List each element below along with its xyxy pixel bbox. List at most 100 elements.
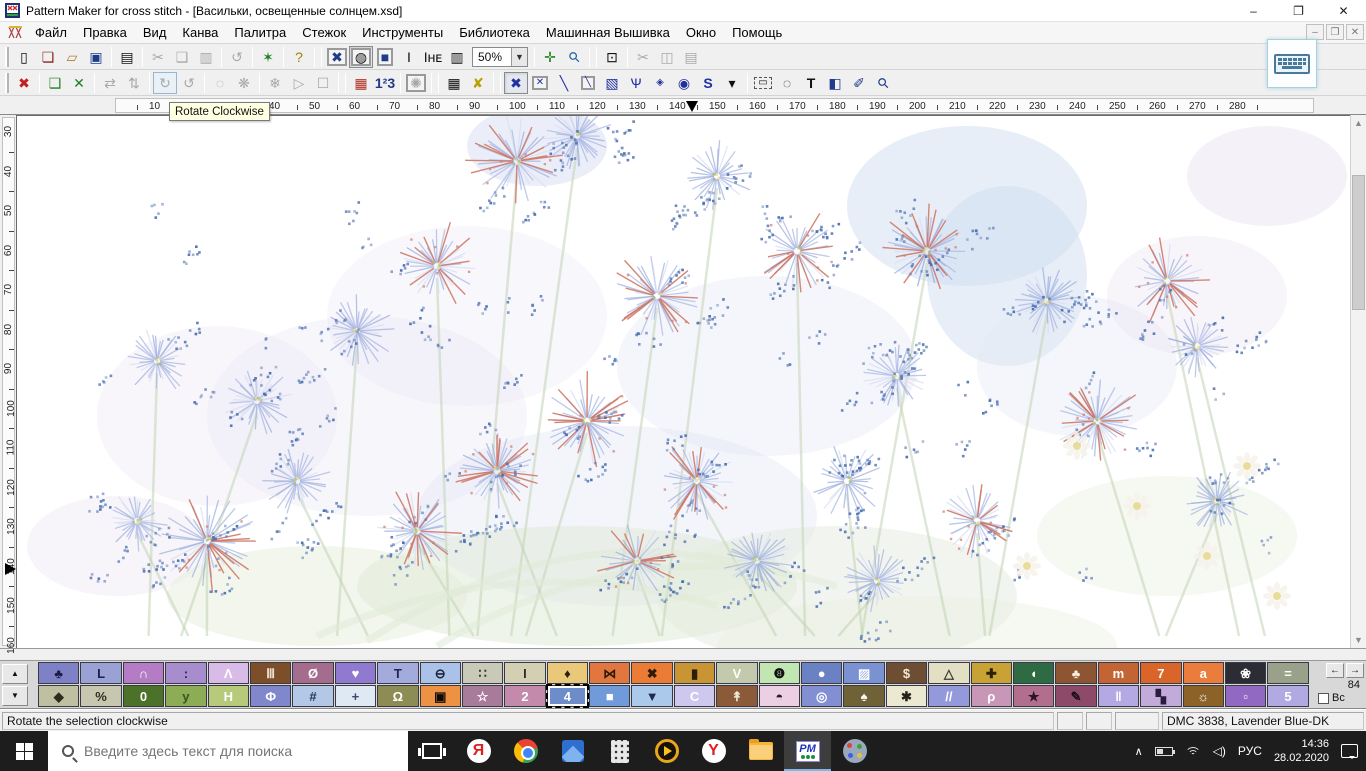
- palette-swatch-r1-26[interactable]: m: [1097, 662, 1140, 684]
- palette-swatch-r1-17[interactable]: V: [716, 662, 758, 684]
- print-button[interactable]: ▤: [115, 46, 139, 68]
- palette-swatch-r1-6[interactable]: Ⅲ: [249, 662, 292, 684]
- palette-swatch-r2-21[interactable]: ✱: [885, 685, 928, 707]
- undo-button[interactable]: ↺: [225, 46, 249, 68]
- menu-item-2[interactable]: Правка: [75, 23, 135, 42]
- wifi-icon[interactable]: [1184, 745, 1201, 757]
- full-stitch-tool[interactable]: ✖: [504, 71, 528, 94]
- palette-swatch-r2-17[interactable]: ↟: [716, 685, 758, 707]
- taskbar-search[interactable]: [48, 731, 408, 771]
- vertical-scrollbar[interactable]: ▲ ▼: [1350, 115, 1366, 648]
- pattern-information-button[interactable]: ▥: [445, 46, 469, 68]
- import-image-button[interactable]: ❏: [36, 46, 60, 68]
- taskbar-app-file-explorer[interactable]: [737, 731, 784, 771]
- rotate-counterclockwise-button[interactable]: ↺: [177, 72, 201, 94]
- menu-item-10[interactable]: Окно: [678, 23, 724, 42]
- special-stitch-tool[interactable]: Ѱ: [624, 72, 648, 94]
- language-indicator[interactable]: РУС: [1238, 744, 1262, 758]
- grid-toggle-button[interactable]: ▦: [442, 72, 466, 94]
- palette-swatch-r2-25[interactable]: ✎: [1055, 685, 1097, 707]
- special-s-dropdown[interactable]: ▾: [720, 72, 744, 94]
- palette-page-left-button[interactable]: ←: [1326, 663, 1344, 678]
- taskbar-app-pattern-maker[interactable]: PM: [784, 731, 831, 771]
- palette-swatch-r1-7[interactable]: Ø: [292, 662, 334, 684]
- palette-swatch-r2-15[interactable]: ▼: [631, 685, 673, 707]
- petite-stitch-tool[interactable]: ✕: [528, 72, 552, 94]
- palette-swatch-r1-20[interactable]: ▨: [843, 662, 885, 684]
- palette-swatch-r1-2[interactable]: L: [80, 662, 122, 684]
- palette-swatch-r2-24[interactable]: ★: [1012, 685, 1055, 707]
- palette-all-checkbox[interactable]: Вс: [1318, 692, 1364, 704]
- bead-tool[interactable]: ◉: [672, 72, 696, 94]
- select-area-button[interactable]: ☐: [311, 72, 335, 94]
- symbol-numbers-button[interactable]: 1²3: [373, 72, 397, 94]
- palette-swatch-r1-15[interactable]: ✖: [631, 662, 673, 684]
- flip-horizontal-button[interactable]: ⇄: [98, 72, 122, 94]
- stamp-selection-button[interactable]: ◌: [208, 72, 232, 94]
- palette-page-right-button[interactable]: →: [1346, 663, 1364, 678]
- palette-swatch-r2-28[interactable]: ☼: [1182, 685, 1224, 707]
- palette-swatch-r2-2[interactable]: %: [80, 685, 122, 707]
- palette-swatch-r2-22[interactable]: //: [928, 685, 970, 707]
- palette-swatch-r1-11[interactable]: ∷: [461, 662, 504, 684]
- menu-item-8[interactable]: Библиотека: [451, 23, 538, 42]
- taskbar-app-yandex-browser[interactable]: Я: [455, 731, 502, 771]
- save-file-button[interactable]: ▣: [84, 46, 108, 68]
- refresh-window-button[interactable]: ⊡: [600, 46, 624, 68]
- palette-swatch-r2-1[interactable]: ◆: [38, 685, 80, 707]
- text-tool[interactable]: T: [799, 72, 823, 94]
- start-button[interactable]: [0, 731, 48, 771]
- menu-item-3[interactable]: Вид: [135, 23, 175, 42]
- palette-swatch-r2-30[interactable]: 5: [1267, 685, 1309, 707]
- palette-swatch-r2-18[interactable]: ◓: [758, 685, 801, 707]
- palette-swatch-r2-4[interactable]: у: [165, 685, 207, 707]
- on-screen-keyboard-button[interactable]: [1267, 39, 1317, 88]
- battery-icon[interactable]: [1154, 746, 1175, 756]
- french-knot-tool[interactable]: ◈: [648, 72, 672, 94]
- mdi-minimize-button[interactable]: –: [1306, 24, 1324, 40]
- palette-swatch-r1-27[interactable]: 7: [1140, 662, 1182, 684]
- palette-swatch-r2-5[interactable]: H: [207, 685, 249, 707]
- palette-swatch-r2-23[interactable]: ρ: [970, 685, 1012, 707]
- palette-swatch-r2-26[interactable]: ‖: [1097, 685, 1140, 707]
- fit-to-window-button[interactable]: ✛: [538, 46, 562, 68]
- clock[interactable]: 14:36 28.02.2020: [1274, 737, 1329, 766]
- half-stitch-tool[interactable]: ╲: [552, 72, 576, 94]
- palette-swatch-selected-r2-13[interactable]: 4: [545, 684, 590, 708]
- palette-swatch-r1-12[interactable]: I: [504, 662, 546, 684]
- notification-center-icon[interactable]: [1341, 744, 1358, 759]
- fill-selection-button[interactable]: ❋: [232, 72, 256, 94]
- tray-chevron-icon[interactable]: ∧: [1135, 745, 1143, 758]
- palette-swatch-r2-8[interactable]: +: [334, 685, 377, 707]
- taskbar-app-aimp[interactable]: [643, 731, 690, 771]
- palette-swatch-r1-5[interactable]: Λ: [207, 662, 249, 684]
- palette-swatch-r2-11[interactable]: ☆: [461, 685, 504, 707]
- new-document-button[interactable]: ▯: [12, 46, 36, 68]
- split-view-button[interactable]: ◫: [655, 46, 679, 68]
- palette-swatch-r1-22[interactable]: △: [928, 662, 970, 684]
- view-stitches-button[interactable]: ✖: [325, 46, 349, 68]
- cut-button[interactable]: ✂: [146, 46, 170, 68]
- special-s-tool[interactable]: S: [696, 72, 720, 94]
- fill-tool[interactable]: ◧: [823, 72, 847, 94]
- menu-item-11[interactable]: Помощь: [724, 23, 790, 42]
- mdi-restore-button[interactable]: ❐: [1326, 24, 1344, 40]
- scroll-up-icon[interactable]: ▲: [1351, 115, 1366, 131]
- palette-swatch-r1-23[interactable]: ✚: [970, 662, 1012, 684]
- menu-item-4[interactable]: Канва: [174, 23, 226, 42]
- vertical-scroll-thumb[interactable]: [1352, 175, 1365, 310]
- import-pattern-button[interactable]: ✶: [256, 46, 280, 68]
- quarter-stitch-tool[interactable]: ╲: [576, 72, 600, 94]
- taskbar-app-photos-app[interactable]: [549, 731, 596, 771]
- scroll-down-icon[interactable]: ▼: [1351, 632, 1366, 648]
- palette-swatch-r2-10[interactable]: ▣: [419, 685, 461, 707]
- view-solid-button[interactable]: ■: [373, 46, 397, 68]
- delete-selection-button[interactable]: ✖: [12, 72, 36, 94]
- lasso-select-tool[interactable]: ◌: [775, 72, 799, 94]
- taskbar-app-chrome[interactable]: [502, 731, 549, 771]
- clear-stitches-button[interactable]: ❄: [263, 72, 287, 94]
- palette-swatch-r1-4[interactable]: :: [165, 662, 207, 684]
- menu-item-1[interactable]: Файл: [27, 23, 75, 42]
- taskbar-app-yandex-y[interactable]: Y: [690, 731, 737, 771]
- search-input[interactable]: [84, 743, 374, 759]
